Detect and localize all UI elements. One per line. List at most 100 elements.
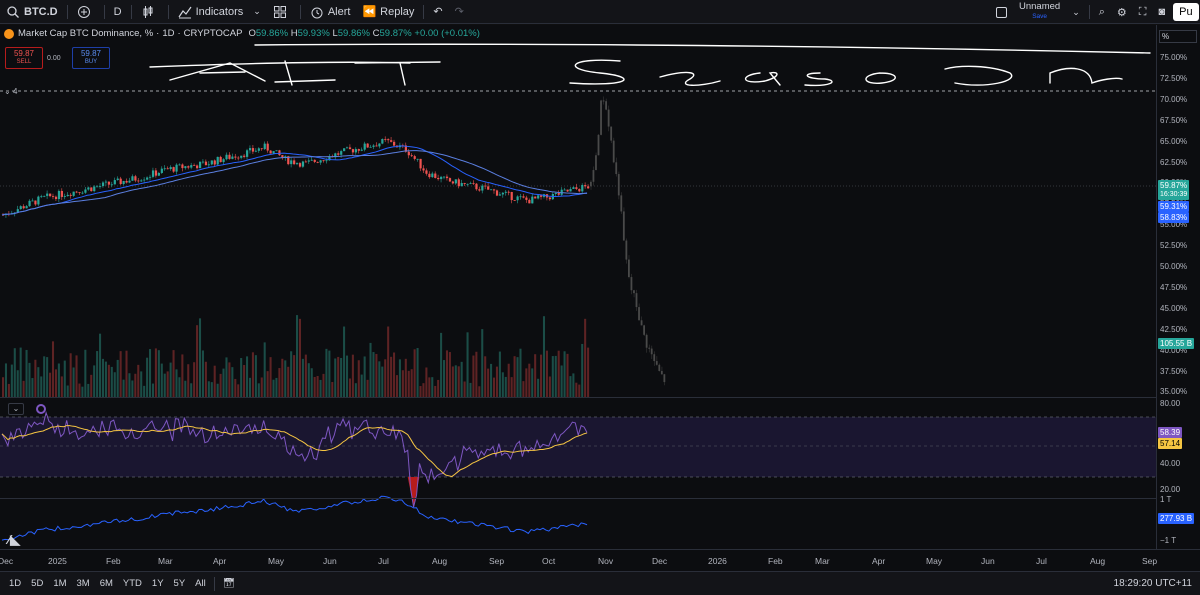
undo-button[interactable]: ↶ — [427, 0, 448, 24]
save-label: Save — [1032, 13, 1048, 20]
compare-button[interactable] — [71, 0, 101, 24]
layout-menu-button[interactable]: ⌄ — [1066, 0, 1086, 24]
candle-body — [193, 165, 196, 166]
volume-bar — [210, 382, 213, 397]
candle-body — [375, 145, 378, 147]
price-axis[interactable]: % 75.00%72.50%70.00%67.50%65.00%62.50%60… — [1156, 25, 1200, 549]
range-button-3m[interactable]: 3M — [72, 578, 95, 589]
symbol-search[interactable]: BTC.D — [0, 0, 64, 24]
goto-date-button[interactable]: 📅︎ — [218, 578, 240, 589]
candle-body — [387, 139, 390, 141]
candle-body — [443, 176, 446, 178]
range-button-1y[interactable]: 1Y — [147, 578, 169, 589]
quick-search-button[interactable]: ⌕ — [1093, 0, 1111, 24]
interval-button[interactable]: D — [108, 0, 128, 24]
volume-bar — [163, 373, 166, 397]
volume-bar — [375, 353, 378, 397]
volume-bar — [54, 369, 57, 397]
volume-bar — [507, 363, 510, 397]
chart-area[interactable]: ⌄ ⌄ 4 ⁄◣ — [0, 25, 1156, 549]
chart-legend[interactable]: Market Cap BTC Dominance, % · 1D · CRYPT… — [4, 28, 480, 39]
time-tick-label: Feb — [768, 556, 783, 566]
candle-body — [207, 164, 211, 166]
divider — [66, 4, 68, 19]
candle-body — [348, 147, 352, 150]
tradingview-logo[interactable]: ⁄◣ — [8, 532, 20, 548]
volume-bar — [178, 377, 181, 397]
publish-button[interactable]: Pu — [1173, 3, 1199, 21]
layout-checkbox[interactable] — [990, 0, 1013, 24]
volume-bar — [272, 379, 275, 397]
chart-canvas[interactable] — [0, 25, 1156, 549]
projection-candle — [640, 320, 643, 326]
price-axis-unit-button[interactable]: % — [1159, 30, 1197, 43]
range-button-all[interactable]: All — [190, 578, 211, 589]
candle-body — [178, 164, 181, 166]
chart-type-button[interactable] — [135, 0, 165, 24]
range-button-6m[interactable]: 6M — [95, 578, 118, 589]
handwriting-stroke — [865, 72, 896, 84]
snapshot-button[interactable]: ◙ — [1153, 0, 1172, 24]
projection-candles[interactable] — [590, 96, 666, 386]
volume-bar — [128, 373, 131, 397]
candle-body — [363, 143, 366, 150]
candle-body — [198, 161, 202, 169]
volume-bar — [481, 329, 484, 397]
candle-body — [566, 189, 569, 192]
rsi-indicator-icon[interactable] — [36, 404, 46, 414]
sell-button[interactable]: 59.87 SELL — [5, 47, 43, 69]
rsi-tick-label: 40.00 — [1160, 459, 1181, 468]
range-button-1d[interactable]: 1D — [4, 578, 26, 589]
candle-body — [263, 143, 266, 150]
volume-bar — [201, 350, 204, 397]
time-axis[interactable]: Dec 2025 Feb Mar Apr May Jun Jul Aug Sep Oct Nov Dec… — [0, 549, 1200, 571]
indicators-button[interactable]: Indicators ⌄ — [172, 0, 267, 24]
fullscreen-button[interactable]: ⛶ — [1133, 0, 1153, 24]
panel-divider[interactable] — [0, 397, 1156, 398]
volume-bar — [510, 377, 513, 397]
clock[interactable]: 18:29:20 UTC+11 — [1114, 578, 1192, 589]
price-tick-label: 37.50% — [1160, 366, 1188, 376]
divider — [103, 4, 105, 19]
candle-body — [119, 178, 122, 185]
projection-candle — [620, 195, 623, 212]
candle-body — [181, 164, 184, 169]
range-button-5d[interactable]: 5D — [26, 578, 48, 589]
volume-bar — [296, 315, 299, 397]
volume-bar — [298, 318, 301, 397]
candle-body — [57, 190, 61, 200]
time-tick-label: Apr — [872, 556, 886, 566]
alt-season-annotation[interactable] — [149, 43, 1151, 87]
volume-bar — [578, 384, 581, 397]
range-button-1m[interactable]: 1M — [48, 578, 71, 589]
alert-button[interactable]: Alert — [304, 0, 357, 24]
settings-button[interactable]: ⚙ — [1111, 0, 1133, 24]
buy-button[interactable]: 59.87 BUY — [72, 47, 110, 69]
volume-bar — [93, 365, 96, 397]
projection-candle — [630, 277, 633, 291]
range-button-ytd[interactable]: YTD — [118, 578, 147, 589]
volume-bar — [460, 361, 463, 397]
panel-divider[interactable] — [0, 498, 1156, 499]
volume-bar — [60, 376, 63, 397]
projection-candle — [648, 347, 651, 349]
volume-bar — [275, 377, 278, 397]
volume-bar — [284, 360, 287, 397]
range-button-5y[interactable]: 5Y — [169, 578, 191, 589]
layout-name-button[interactable]: Unnamed Save — [1013, 0, 1066, 24]
handwriting-stroke — [744, 71, 781, 86]
bar-countdown: 16:30:39 — [1160, 191, 1188, 198]
redo-button[interactable]: ↷ — [449, 0, 470, 24]
volume-bar — [193, 362, 196, 397]
layouts-button[interactable] — [267, 0, 297, 24]
candle-body — [234, 156, 237, 158]
rsi-collapse-button[interactable]: ⌄ — [8, 403, 24, 415]
candle-body — [272, 151, 275, 154]
handwriting-stroke — [804, 72, 833, 87]
drawings-count-badge[interactable]: ⌄ 4 — [4, 87, 17, 96]
candle-body — [128, 180, 131, 183]
candle-body — [478, 189, 481, 191]
candle-body — [343, 148, 346, 152]
replay-button[interactable]: ⏪ Replay — [356, 0, 420, 24]
volume-bar — [469, 382, 472, 397]
